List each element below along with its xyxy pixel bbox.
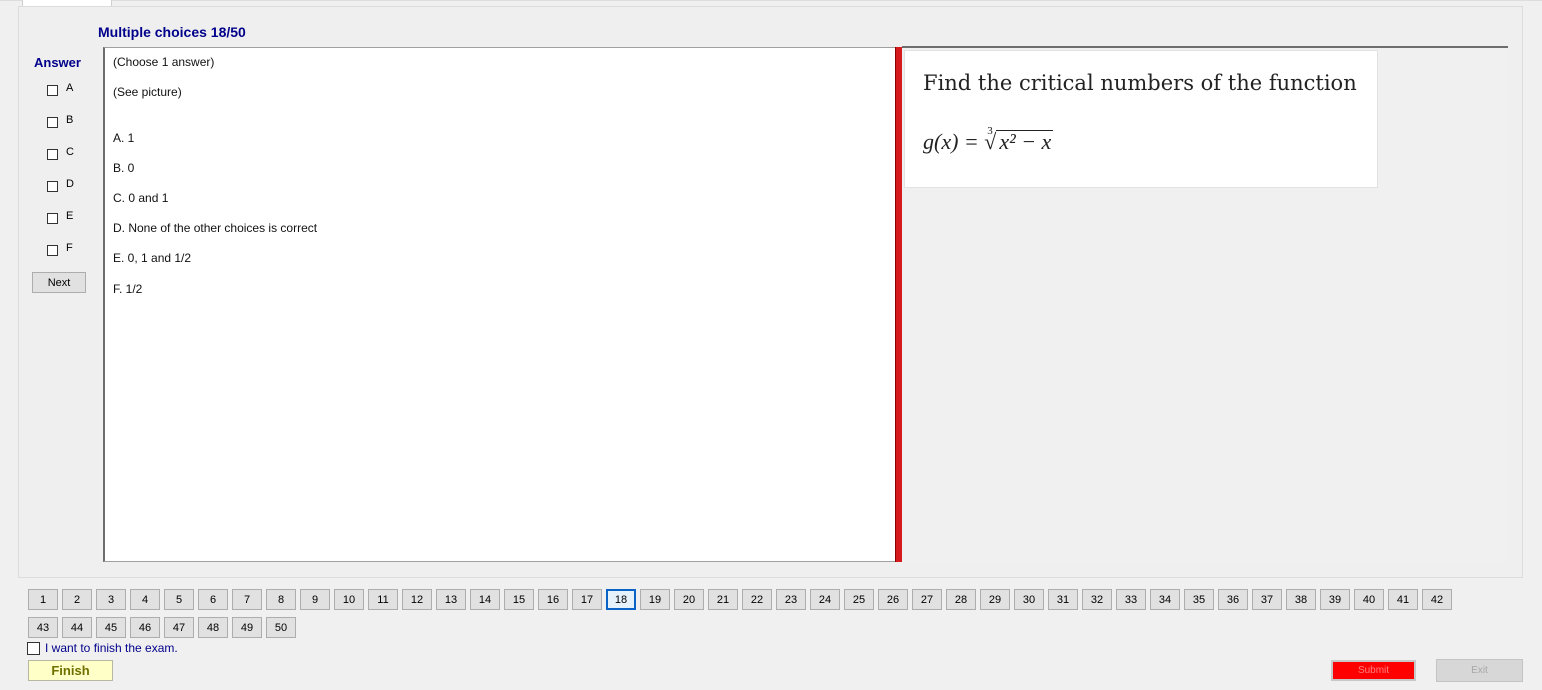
next-button[interactable]: Next: [32, 272, 86, 293]
question-nav-button[interactable]: 32: [1082, 589, 1112, 610]
question-nav-button[interactable]: 15: [504, 589, 534, 610]
checkbox[interactable]: [47, 212, 58, 224]
finish-exam-checkbox[interactable]: [27, 641, 40, 655]
root-index: 3: [987, 125, 993, 137]
checkbox[interactable]: [47, 180, 58, 192]
question-nav-button[interactable]: 20: [674, 589, 704, 610]
question-nav-button[interactable]: 16: [538, 589, 568, 610]
answer-option-label: F: [66, 242, 73, 254]
question-nav-button[interactable]: 50: [266, 617, 296, 638]
answer-option-d[interactable]: D: [47, 178, 74, 193]
cube-root: 3 √ x² − x: [984, 125, 1054, 155]
question-nav-button[interactable]: 39: [1320, 589, 1350, 610]
question-nav-button[interactable]: 48: [198, 617, 228, 638]
question-nav-button[interactable]: 21: [708, 589, 738, 610]
question-nav-button[interactable]: 24: [810, 589, 840, 610]
question-nav-button[interactable]: 22: [742, 589, 772, 610]
picture-text: Find the critical numbers of the functio…: [923, 71, 1357, 95]
question-nav-button[interactable]: 23: [776, 589, 806, 610]
choice-c: C. 0 and 1: [113, 191, 169, 205]
question-nav-button[interactable]: 6: [198, 589, 228, 610]
question-nav-button[interactable]: 3: [96, 589, 126, 610]
question-picture: Find the critical numbers of the functio…: [904, 50, 1378, 188]
question-nav-button[interactable]: 26: [878, 589, 908, 610]
question-note: (See picture): [113, 85, 182, 99]
radicand: x² − x: [996, 130, 1054, 153]
question-nav-button[interactable]: 29: [980, 589, 1010, 610]
question-nav-button[interactable]: 46: [130, 617, 160, 638]
question-nav-button[interactable]: 33: [1116, 589, 1146, 610]
answer-option-a[interactable]: A: [47, 82, 74, 97]
question-nav-button[interactable]: 37: [1252, 589, 1282, 610]
question-nav-button[interactable]: 2: [62, 589, 92, 610]
answer-option-label: D: [66, 178, 74, 190]
question-nav-button[interactable]: 28: [946, 589, 976, 610]
question-nav-button[interactable]: 38: [1286, 589, 1316, 610]
checkbox[interactable]: [47, 84, 58, 96]
answer-option-c[interactable]: C: [47, 146, 74, 161]
finish-exam-label: I want to finish the exam.: [45, 641, 178, 655]
question-instruction: (Choose 1 answer): [113, 55, 215, 69]
question-nav-button[interactable]: 11: [368, 589, 398, 610]
question-nav-button[interactable]: 10: [334, 589, 364, 610]
answer-label: Answer: [34, 55, 81, 70]
question-nav-button[interactable]: 42: [1422, 589, 1452, 610]
question-nav-button[interactable]: 31: [1048, 589, 1078, 610]
exit-button[interactable]: Exit: [1436, 659, 1523, 682]
question-nav-button[interactable]: 45: [96, 617, 126, 638]
answer-option-label: A: [66, 82, 74, 94]
question-nav-button[interactable]: 27: [912, 589, 942, 610]
finish-exam-checkbox-row[interactable]: I want to finish the exam.: [27, 641, 178, 655]
submit-button[interactable]: Submit: [1331, 660, 1416, 681]
question-nav-button[interactable]: 44: [62, 617, 92, 638]
answer-option-label: E: [66, 210, 74, 222]
question-nav-button[interactable]: 30: [1014, 589, 1044, 610]
question-nav-button[interactable]: 1: [28, 589, 58, 610]
choice-e: E. 0, 1 and 1/2: [113, 251, 192, 265]
question-nav-button[interactable]: 5: [164, 589, 194, 610]
question-nav-button[interactable]: 47: [164, 617, 194, 638]
answer-option-label: C: [66, 146, 74, 158]
answer-option-e[interactable]: E: [47, 210, 74, 225]
question-nav-button[interactable]: 17: [572, 589, 602, 610]
question-nav-button[interactable]: 8: [266, 589, 296, 610]
question-nav-button[interactable]: 14: [470, 589, 500, 610]
question-nav-button[interactable]: 13: [436, 589, 466, 610]
question-nav-button[interactable]: 19: [640, 589, 670, 610]
choice-a: A. 1: [113, 131, 135, 145]
choice-f: F. 1/2: [113, 282, 143, 296]
question-nav-button[interactable]: 49: [232, 617, 262, 638]
question-nav-button[interactable]: 43: [28, 617, 58, 638]
question-nav-button[interactable]: 34: [1150, 589, 1180, 610]
question-nav-button[interactable]: 18: [606, 589, 636, 610]
answer-option-label: B: [66, 114, 74, 126]
question-nav-button[interactable]: 40: [1354, 589, 1384, 610]
page-title: Multiple choices 18/50: [98, 24, 246, 40]
choice-d: D. None of the other choices is correct: [113, 221, 318, 235]
picture-formula: g(x) = 3 √ x² − x: [923, 125, 1054, 155]
question-nav-button[interactable]: 4: [130, 589, 160, 610]
question-nav-button[interactable]: 12: [402, 589, 432, 610]
answer-option-b[interactable]: B: [47, 114, 74, 129]
question-nav-button[interactable]: 36: [1218, 589, 1248, 610]
checkbox[interactable]: [47, 244, 58, 256]
finish-button[interactable]: Finish: [28, 660, 113, 681]
question-nav-button[interactable]: 41: [1388, 589, 1418, 610]
question-nav-button[interactable]: 7: [232, 589, 262, 610]
splitter-bar[interactable]: [895, 47, 902, 562]
choice-b: B. 0: [113, 161, 135, 175]
question-nav-button[interactable]: 9: [300, 589, 330, 610]
question-nav-button[interactable]: 25: [844, 589, 874, 610]
question-text-box[interactable]: (Choose 1 answer) (See picture) A. 1 B. …: [103, 47, 896, 562]
checkbox[interactable]: [47, 148, 58, 160]
formula-lhs: g(x) =: [923, 129, 985, 154]
answer-option-f[interactable]: F: [47, 242, 73, 257]
question-nav-button[interactable]: 35: [1184, 589, 1214, 610]
checkbox[interactable]: [47, 116, 58, 128]
